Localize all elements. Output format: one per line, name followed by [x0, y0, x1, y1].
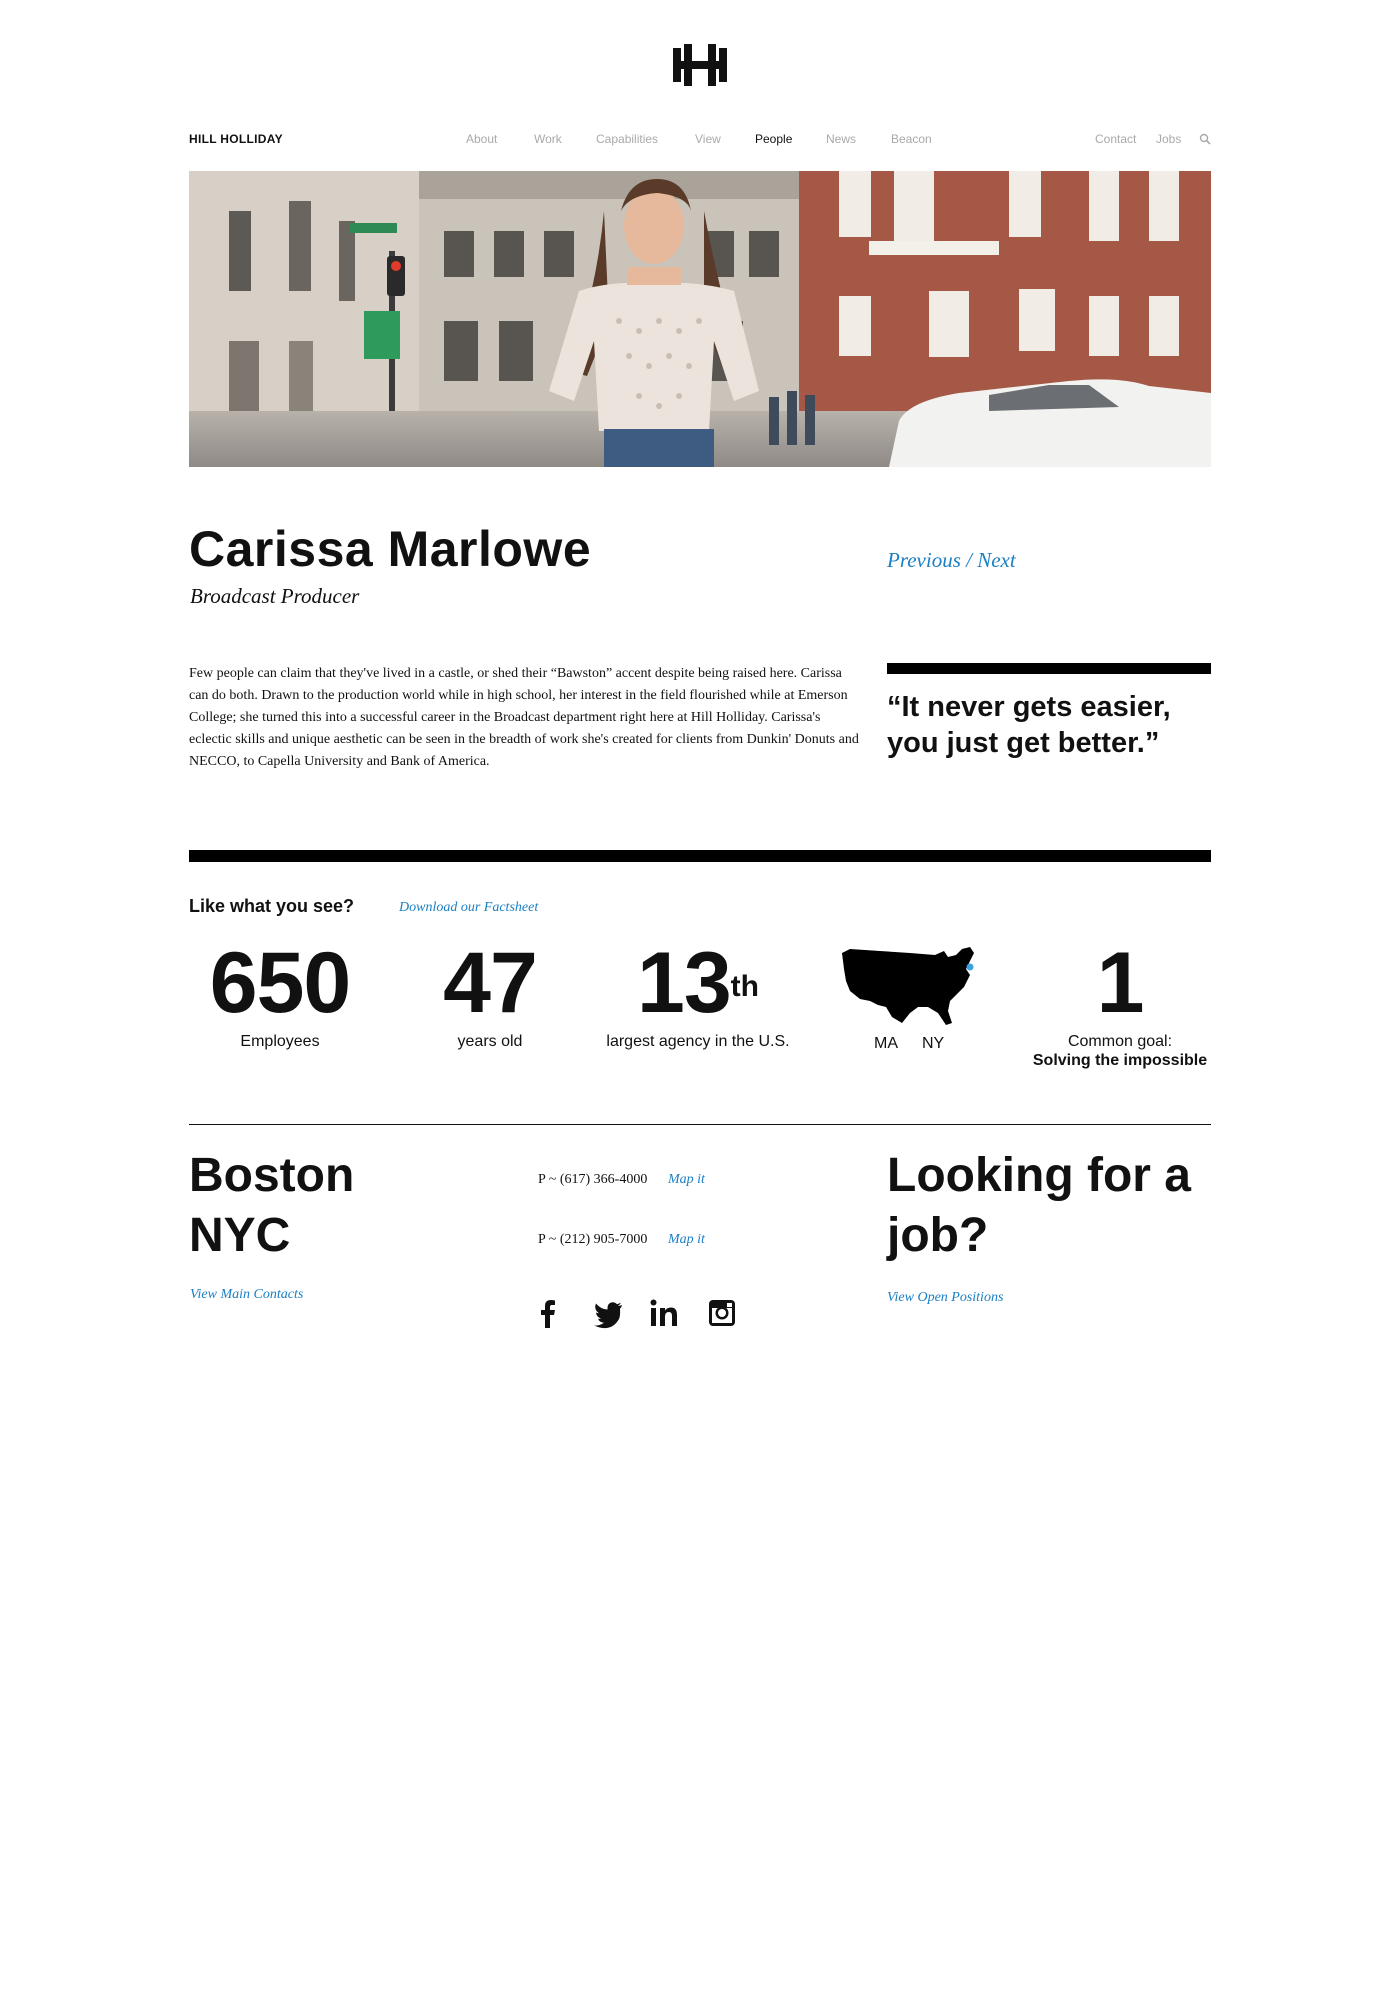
phone-boston[interactable]: P ~ (617) 366-4000	[538, 1172, 647, 1188]
twitter-icon[interactable]	[592, 1297, 624, 1329]
city-nyc: NYC	[189, 1209, 291, 1262]
nav-capabilities[interactable]: Capabilities	[596, 132, 658, 146]
nav-people[interactable]: People	[755, 132, 792, 146]
map-it-boston-link[interactable]: Map it	[668, 1172, 705, 1188]
nav-work[interactable]: Work	[534, 132, 562, 146]
view-open-positions-link[interactable]: View Open Positions	[887, 1290, 1003, 1306]
city-boston: Boston	[189, 1149, 355, 1202]
nav-news[interactable]: News	[826, 132, 856, 146]
stat-employees: 650 Employees	[190, 935, 370, 1052]
download-factsheet-link[interactable]: Download our Factsheet	[399, 900, 538, 916]
map-it-nyc-link[interactable]: Map it	[668, 1232, 705, 1248]
nav-beacon[interactable]: Beacon	[891, 132, 932, 146]
person-title: Broadcast Producer	[190, 584, 360, 608]
stat-rank: 13th largest agency in the U.S.	[598, 935, 798, 1052]
us-map-icon	[842, 947, 974, 1025]
pull-quote: “It never gets easier, you just get bett…	[887, 691, 1171, 759]
stat-goal-sublabel: Solving the impossible	[1032, 1052, 1208, 1069]
stat-goal-label: Common goal:	[1067, 1033, 1173, 1050]
stat-rank-value: 13	[637, 935, 732, 1031]
like-what-you-see-label: Like what you see?	[189, 896, 355, 916]
view-main-contacts-link[interactable]: View Main Contacts	[190, 1287, 303, 1303]
stat-rank-suffix: th	[730, 970, 759, 1003]
prev-next-separator: /	[966, 548, 972, 572]
looking-for-job-heading: Looking for a job?	[887, 1149, 1191, 1262]
nav-about[interactable]: About	[466, 132, 497, 146]
stat-employees-number: 650	[209, 935, 352, 1031]
stat-age-number: 47	[443, 935, 538, 1031]
next-link[interactable]: Next	[977, 548, 1015, 572]
stat-rank-number: 13th	[598, 935, 798, 1031]
brand-link[interactable]: HILL HOLLIDAY	[189, 132, 283, 146]
nav-view[interactable]: View	[695, 132, 721, 146]
nav-jobs[interactable]: Jobs	[1156, 132, 1181, 146]
prev-next-nav: Previous / Next	[887, 548, 1016, 573]
top-navigation: HILL HOLLIDAY About Work Capabilities Vi…	[189, 132, 1211, 150]
footer-divider	[189, 1124, 1211, 1125]
stat-age-label: years old	[457, 1033, 523, 1050]
facebook-icon[interactable]	[532, 1297, 564, 1329]
map-label-ny: NY	[922, 1035, 945, 1052]
nav-contact[interactable]: Contact	[1095, 132, 1136, 146]
instagram-icon[interactable]	[706, 1297, 738, 1329]
bio-paragraph: Few people can claim that they've lived …	[189, 666, 859, 769]
hill-holliday-logo[interactable]	[673, 44, 727, 86]
previous-link[interactable]: Previous	[887, 548, 961, 572]
stat-goal-number: 1	[1096, 935, 1145, 1031]
stat-age: 47 years old	[410, 935, 570, 1052]
section-divider	[189, 850, 1211, 862]
linkedin-icon[interactable]	[648, 1297, 680, 1329]
stat-rank-label: largest agency in the U.S.	[606, 1033, 790, 1050]
stat-employees-label: Employees	[240, 1033, 320, 1050]
map-label-ma: MA	[874, 1035, 898, 1052]
phone-nyc[interactable]: P ~ (212) 905-7000	[538, 1232, 647, 1248]
person-name: Carissa Marlowe	[189, 521, 592, 577]
hero-photo	[189, 171, 1211, 467]
quote-divider	[887, 663, 1211, 674]
stat-goal: 1 Common goal: Solving the impossible	[1020, 935, 1220, 1070]
search-icon[interactable]	[1199, 133, 1211, 145]
